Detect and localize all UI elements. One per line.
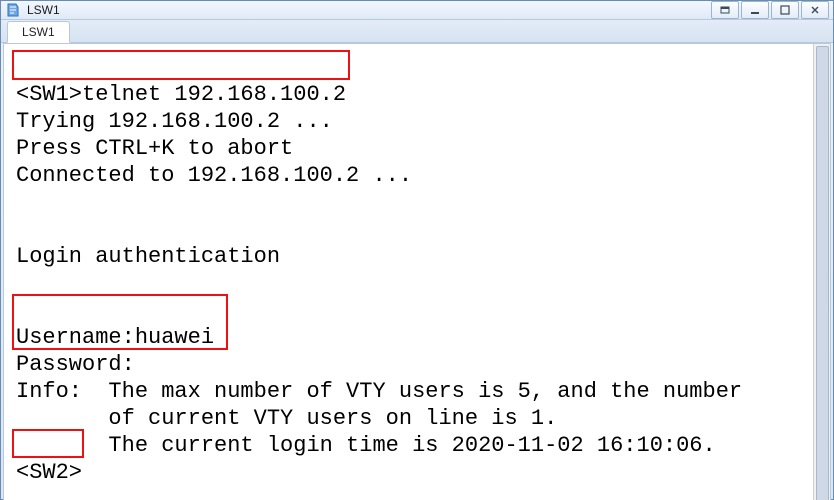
console-panel: <SW1>telnet 192.168.100.2 Trying 192.168… [3,43,831,500]
window-title: LSW1 [27,3,711,17]
console-output: <SW1>telnet 192.168.100.2 Trying 192.168… [4,44,830,500]
term-line: Login authentication [16,244,280,269]
term-line: of current VTY users on line is 1. [16,406,557,431]
term-line: Trying 192.168.100.2 ... [16,109,333,134]
window-controls [711,1,829,19]
app-window: LSW1 LSW1 <SW1>telnet 192.168.100.2 Tryi… [0,0,834,500]
tab-bar: LSW1 [1,20,833,43]
term-line: The current login time is 2020-11-02 16:… [16,433,716,458]
close-button[interactable] [801,1,829,19]
term-line: <SW2> [16,460,82,485]
vertical-scrollbar[interactable] [813,44,830,500]
highlight-box [12,50,350,80]
term-line: Connected to 192.168.100.2 ... [16,163,412,188]
minimize-button[interactable] [741,1,769,19]
tab-lsw1[interactable]: LSW1 [7,21,70,43]
app-icon [5,2,21,18]
titlebar: LSW1 [1,1,833,20]
term-line: Password: [16,352,135,377]
tab-label: LSW1 [22,25,55,39]
console-viewport[interactable]: <SW1>telnet 192.168.100.2 Trying 192.168… [4,44,830,500]
maximize-button[interactable] [771,1,799,19]
term-line: Press CTRL+K to abort [16,136,293,161]
term-line: <SW1>telnet 192.168.100.2 [16,82,346,107]
scrollbar-thumb[interactable] [816,46,829,500]
term-line: Username:huawei [16,325,214,350]
window-option-button[interactable] [711,1,739,19]
term-line: Info: The max number of VTY users is 5, … [16,379,742,404]
